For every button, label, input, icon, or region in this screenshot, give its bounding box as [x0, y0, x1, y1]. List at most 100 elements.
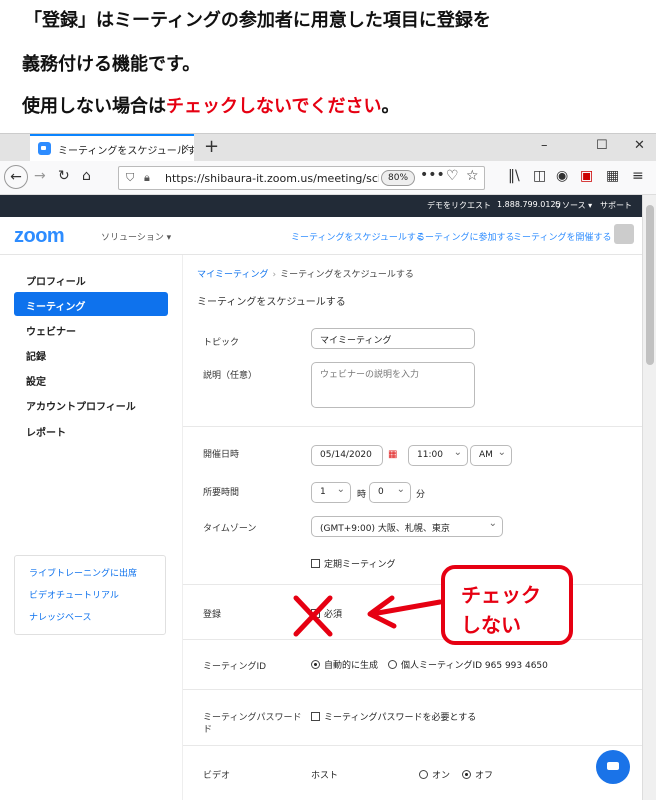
- callout-line-2: しない: [461, 613, 521, 637]
- url-text[interactable]: https://shibaura-it.zoom.us/meeting/sche…: [165, 172, 379, 185]
- breadcrumb-my-meetings[interactable]: マイミーティング: [197, 270, 268, 280]
- description-textarea[interactable]: ウェビナーの説明を入力: [311, 362, 475, 408]
- instruction-line-2: 義務付ける機能です。: [22, 54, 201, 75]
- new-tab-button[interactable]: +: [204, 136, 219, 157]
- lock-icon[interactable]: 🔒︎: [144, 171, 150, 185]
- registration-required-checkbox[interactable]: 必須: [311, 607, 342, 620]
- solutions-menu[interactable]: ソリューション ▾: [101, 230, 171, 243]
- host-meeting-menu[interactable]: ミーティングを開催する ▾: [513, 230, 619, 243]
- sidebar-item-settings[interactable]: 設定: [14, 367, 168, 391]
- radio-selected-icon[interactable]: [462, 770, 471, 779]
- registration-label: 登録: [203, 610, 222, 620]
- host-video-label: ホスト: [311, 771, 339, 781]
- page-scrollbar[interactable]: [642, 195, 656, 800]
- sidebar-item-account-profile[interactable]: アカウントプロフィール: [14, 392, 168, 416]
- host-video-on-radio[interactable]: オン: [419, 768, 450, 781]
- browser-tab[interactable]: ミーティングをスケジュールする - Zoom ×: [30, 134, 194, 161]
- menu-icon[interactable]: ≡: [632, 168, 644, 184]
- join-meeting-link[interactable]: ミーティングに参加する: [416, 230, 514, 243]
- avatar[interactable]: [614, 224, 634, 244]
- password-label: ミーティングパスワード: [203, 713, 302, 723]
- meeting-id-personal-label: 個人ミーティングID 965 993 4650: [401, 661, 548, 671]
- sidebar-item-profile[interactable]: プロフィール: [14, 267, 168, 291]
- description-label: 説明（任意）: [203, 371, 258, 381]
- reload-icon[interactable]: ↻: [58, 168, 70, 184]
- timezone-select[interactable]: (GMT+9:00) 大阪、札幌、東京: [311, 516, 503, 537]
- minimize-button[interactable]: –: [541, 138, 548, 153]
- schedule-meeting-link[interactable]: ミーティングをスケジュールする: [291, 230, 425, 243]
- video-tutorials-link[interactable]: ビデオチュートリアル: [29, 588, 119, 601]
- page-actions-icon[interactable]: •••: [420, 167, 445, 183]
- instruction-line-1: 「登録」はミーティングの参加者に用意した項目に登録を: [24, 10, 491, 31]
- duration-hours-select[interactable]: 1: [311, 482, 351, 503]
- support-link[interactable]: サポート: [600, 200, 632, 211]
- topic-input[interactable]: マイミーティング: [311, 328, 475, 349]
- radio-unselected-icon[interactable]: [388, 660, 397, 669]
- video-label: ビデオ: [203, 771, 231, 781]
- live-training-link[interactable]: ライブトレーニングに出席: [29, 566, 137, 579]
- sidebar-item-reports[interactable]: レポート: [14, 418, 168, 442]
- knowledge-base-link[interactable]: ナレッジベース: [29, 610, 92, 623]
- tab-close-icon[interactable]: ×: [181, 141, 190, 154]
- zoom-logo[interactable]: zoom: [14, 225, 65, 248]
- bookmark-star-icon[interactable]: ☆: [466, 168, 479, 184]
- resources-menu[interactable]: リソース ▾: [554, 200, 592, 211]
- duration-minutes-select[interactable]: 0: [369, 482, 411, 503]
- extensions-icon[interactable]: ▦: [606, 168, 619, 184]
- zoom-header: zoom ソリューション ▾ ミーティングをスケジュールする ミーティングに参加…: [0, 217, 642, 255]
- password-required-checkbox[interactable]: ミーティングパスワードを必要とする: [311, 710, 476, 723]
- breadcrumb: マイミーティング › ミーティングをスケジュールする: [197, 267, 414, 280]
- meeting-id-personal-radio[interactable]: 個人ミーティングID 965 993 4650: [388, 658, 548, 671]
- shield-icon[interactable]: ⛉: [126, 171, 134, 185]
- page-title: ミーティングをスケジュールする: [197, 297, 346, 308]
- time-select[interactable]: 11:00: [408, 445, 468, 466]
- registration-checkbox-box[interactable]: [311, 609, 320, 618]
- scrollbar-thumb[interactable]: [646, 205, 654, 365]
- recurring-checkbox-box[interactable]: [311, 559, 320, 568]
- radio-selected-icon[interactable]: [311, 660, 320, 669]
- tab-title: ミーティングをスケジュールする - Zoom: [58, 146, 194, 157]
- password-checkbox-box[interactable]: [311, 712, 320, 721]
- timezone-label: タイムゾーン: [203, 524, 257, 534]
- callout-line-1: チェック: [461, 583, 541, 607]
- host-video-off-radio[interactable]: オフ: [462, 768, 493, 781]
- topic-label: トピック: [203, 338, 240, 348]
- sidebar-item-webinars[interactable]: ウェビナー: [14, 317, 168, 341]
- library-icon[interactable]: ‖\: [508, 168, 520, 184]
- recurring-checkbox[interactable]: 定期ミーティング: [311, 557, 395, 570]
- home-icon[interactable]: ⌂: [82, 168, 91, 184]
- recurring-label: 定期ミーティング: [324, 560, 396, 570]
- ampm-select[interactable]: AM: [470, 445, 512, 466]
- sidebar-item-recordings[interactable]: 記録: [14, 342, 168, 366]
- browser-window: ミーティングをスケジュールする - Zoom × + – ☐ ✕ ← → ↻ ⌂…: [0, 133, 656, 800]
- hours-unit: 時: [357, 490, 367, 500]
- date-input[interactable]: 05/14/2020: [311, 445, 383, 466]
- pocket-icon[interactable]: ♡: [446, 168, 459, 184]
- video-off-label: オフ: [475, 771, 494, 781]
- phone-number: 1.888.799.0125: [497, 200, 561, 209]
- calendar-icon[interactable]: ▦: [388, 449, 397, 460]
- account-icon[interactable]: ◉: [556, 168, 568, 184]
- pdf-extension-icon[interactable]: ▣: [580, 168, 593, 184]
- maximize-button[interactable]: ☐: [596, 138, 608, 153]
- radio-unselected-icon[interactable]: [419, 770, 428, 779]
- breadcrumb-current: ミーティングをスケジュールする: [280, 270, 414, 280]
- sidebar-item-meetings[interactable]: ミーティング: [14, 292, 168, 316]
- request-demo-link[interactable]: デモをリクエスト: [427, 200, 491, 211]
- meeting-id-label: ミーティングID: [203, 662, 267, 672]
- forward-icon[interactable]: →: [34, 168, 46, 184]
- close-window-button[interactable]: ✕: [634, 138, 645, 153]
- when-label: 開催日時: [203, 450, 240, 460]
- meeting-id-auto-radio[interactable]: 自動的に生成: [311, 658, 378, 671]
- section-divider: [183, 426, 642, 427]
- chat-bubble-button[interactable]: [596, 750, 630, 784]
- breadcrumb-separator: ›: [272, 270, 277, 280]
- password-label-wrap: ド: [203, 725, 213, 735]
- instruction-line-3-suffix: 。: [381, 96, 400, 117]
- back-icon[interactable]: ←: [4, 165, 28, 189]
- sidebar-icon[interactable]: ◫: [533, 168, 546, 184]
- help-links-box: ライブトレーニングに出席 ビデオチュートリアル ナレッジベース: [14, 555, 166, 635]
- instruction-line-3: 使用しない場合はチェックしないでください。: [22, 92, 399, 118]
- zoom-level-badge[interactable]: 80%: [381, 170, 416, 186]
- section-divider: [183, 745, 642, 746]
